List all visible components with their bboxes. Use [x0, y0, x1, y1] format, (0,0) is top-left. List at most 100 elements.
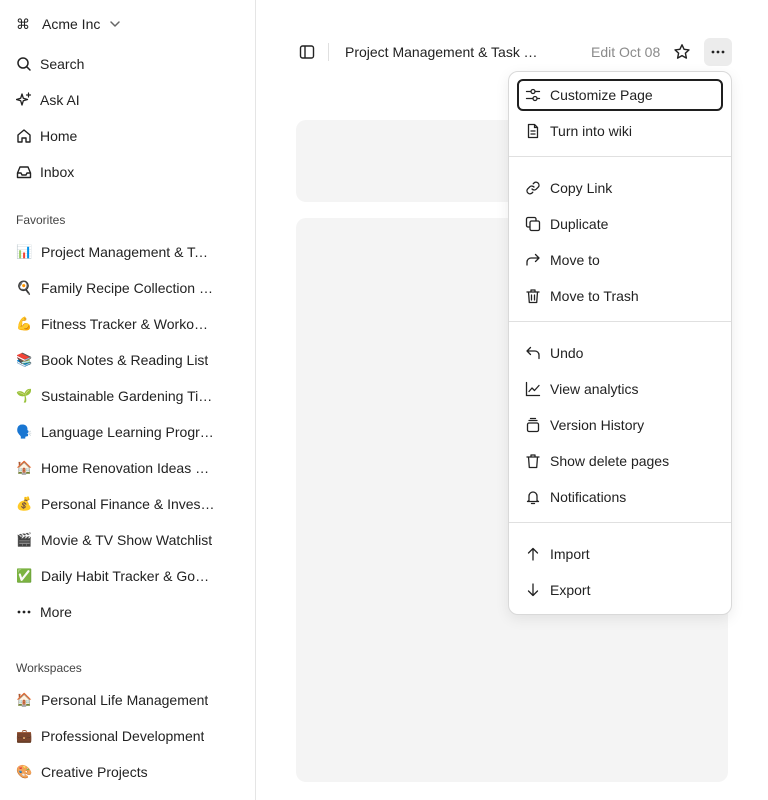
menu-version-history[interactable]: Version History: [517, 409, 723, 441]
menu-label: Version History: [550, 417, 645, 433]
toggle-sidebar-button[interactable]: [294, 40, 320, 64]
menu-label: Import: [550, 546, 590, 562]
menu-label: View analytics: [550, 381, 639, 397]
favorite-item[interactable]: 🎬 Movie & TV Show Watchlist: [8, 524, 240, 556]
trash-icon: [525, 288, 541, 304]
menu-label: Move to Trash: [550, 288, 639, 304]
search-icon: [16, 56, 32, 72]
arrow-down-icon: [525, 582, 541, 598]
favorites-heading: Favorites: [16, 213, 66, 227]
nav-label: Ask AI: [40, 92, 80, 108]
favorite-star-button[interactable]: [669, 39, 695, 65]
nav-ask-ai[interactable]: Ask AI: [8, 84, 240, 116]
more-horizontal-icon: [16, 604, 32, 620]
favorite-label: Project Management & Task Tracking: [41, 244, 215, 260]
favorite-label: Daily Habit Tracker & Goal Setting: [41, 568, 215, 584]
topbar-divider: [328, 43, 329, 61]
page-emoji-icon: 🏠: [16, 460, 33, 475]
favorite-label: Fitness Tracker & Workout Routines: [41, 316, 215, 332]
workspace-label: Creative Projects: [41, 764, 148, 780]
page-emoji-icon: 💰: [16, 496, 33, 511]
arrow-forward-icon: [525, 252, 541, 268]
menu-separator: [509, 522, 731, 523]
menu-show-delete-pages[interactable]: Show delete pages: [517, 445, 723, 477]
workspace-switcher[interactable]: ⌘ Acme Inc: [8, 10, 130, 38]
favorite-label: Personal Finance & Investment Portfolio: [41, 496, 215, 512]
chevron-down-icon: [108, 17, 122, 31]
workspace-item[interactable]: 🎨 Creative Projects: [8, 756, 240, 788]
menu-turn-into-wiki[interactable]: Turn into wiki: [517, 115, 723, 147]
page-emoji-icon: 📊: [16, 244, 33, 259]
page-emoji-icon: 🌱: [16, 388, 33, 403]
favorite-label: Family Recipe Collection & Meal Planning: [41, 280, 215, 296]
favorites-more[interactable]: More: [8, 596, 240, 628]
workspace-item[interactable]: 💼 Professional Development: [8, 720, 240, 752]
star-icon: [673, 43, 691, 61]
workspace-emoji-icon: 🏠: [16, 692, 33, 707]
menu-move-to[interactable]: Move to: [517, 244, 723, 276]
menu-customize-page[interactable]: Customize Page: [517, 79, 723, 111]
favorite-item[interactable]: 💰 Personal Finance & Investment Portfoli…: [8, 488, 240, 520]
menu-label: Notifications: [550, 489, 627, 505]
menu-move-to-trash[interactable]: Move to Trash: [517, 280, 723, 312]
menu-label: Export: [550, 582, 591, 598]
sparkle-icon: [16, 92, 32, 108]
menu-notifications[interactable]: Notifications: [517, 481, 723, 513]
page-title[interactable]: Project Management & Task Tracking: [345, 43, 541, 61]
page-emoji-icon: 🍳: [16, 280, 33, 295]
menu-label: Duplicate: [550, 216, 609, 232]
workspaces-heading: Workspaces: [16, 661, 82, 675]
sliders-icon: [525, 87, 541, 103]
menu-label: Copy Link: [550, 180, 613, 196]
favorite-item[interactable]: 💪 Fitness Tracker & Workout Routines: [8, 308, 240, 340]
menu-duplicate[interactable]: Duplicate: [517, 208, 723, 240]
favorite-item[interactable]: 📚 Book Notes & Reading List: [8, 344, 240, 376]
menu-undo[interactable]: Undo: [517, 337, 723, 369]
inbox-icon: [16, 164, 32, 180]
sidebar-panel-icon: [299, 44, 315, 60]
page-emoji-icon: ✅: [16, 568, 33, 583]
favorite-label: Home Renovation Ideas & Budget: [41, 460, 215, 476]
page-emoji-icon: 📚: [16, 352, 33, 367]
chart-line-icon: [525, 381, 541, 397]
home-icon: [16, 128, 32, 144]
nav-home[interactable]: Home: [8, 120, 240, 152]
bell-icon: [525, 489, 541, 505]
favorite-item[interactable]: 🏠 Home Renovation Ideas & Budget: [8, 452, 240, 484]
menu-label: Move to: [550, 252, 600, 268]
page-emoji-icon: 💪: [16, 316, 33, 331]
page-emoji-icon: 🗣️: [16, 424, 33, 439]
page-options-button[interactable]: [704, 38, 732, 66]
menu-separator: [509, 321, 731, 322]
favorite-item[interactable]: ✅ Daily Habit Tracker & Goal Setting: [8, 560, 240, 592]
workspace-item[interactable]: 🏠 Personal Life Management: [8, 684, 240, 716]
document-icon: [525, 123, 541, 139]
favorite-label: Book Notes & Reading List: [41, 352, 209, 368]
menu-copy-link[interactable]: Copy Link: [517, 172, 723, 204]
undo-icon: [525, 345, 541, 361]
nav-search[interactable]: Search: [8, 48, 240, 80]
copy-icon: [525, 216, 541, 232]
favorite-item[interactable]: 📊 Project Management & Task Tracking: [8, 236, 240, 268]
sidebar: ⌘ Acme Inc Search Ask AI Home Inbox Favo…: [0, 0, 256, 800]
page-options-menu: Customize Page Turn into wiki Copy Link …: [508, 71, 732, 615]
favorite-item[interactable]: 🌱 Sustainable Gardening Tips & Plant Car…: [8, 380, 240, 412]
nav-inbox[interactable]: Inbox: [8, 156, 240, 188]
favorite-item[interactable]: 🗣️ Language Learning Progress: [8, 416, 240, 448]
more-horizontal-icon: [710, 44, 726, 60]
favorite-label: Language Learning Progress: [41, 424, 215, 440]
nav-label: Home: [40, 128, 78, 144]
favorite-label: Sustainable Gardening Tips & Plant Care: [41, 388, 215, 404]
menu-import[interactable]: Import: [517, 538, 723, 570]
workspace-emoji-icon: 🎨: [16, 764, 33, 779]
link-icon: [525, 180, 541, 196]
arrow-up-icon: [525, 546, 541, 562]
menu-label: Show delete pages: [550, 453, 670, 469]
menu-export[interactable]: Export: [517, 574, 723, 606]
favorite-item[interactable]: 🍳 Family Recipe Collection & Meal Planni…: [8, 272, 240, 304]
workspace-label: Personal Life Management: [41, 692, 209, 708]
layers-icon: [525, 417, 541, 433]
page-emoji-icon: 🎬: [16, 532, 33, 547]
trash-icon: [525, 453, 541, 469]
menu-view-analytics[interactable]: View analytics: [517, 373, 723, 405]
